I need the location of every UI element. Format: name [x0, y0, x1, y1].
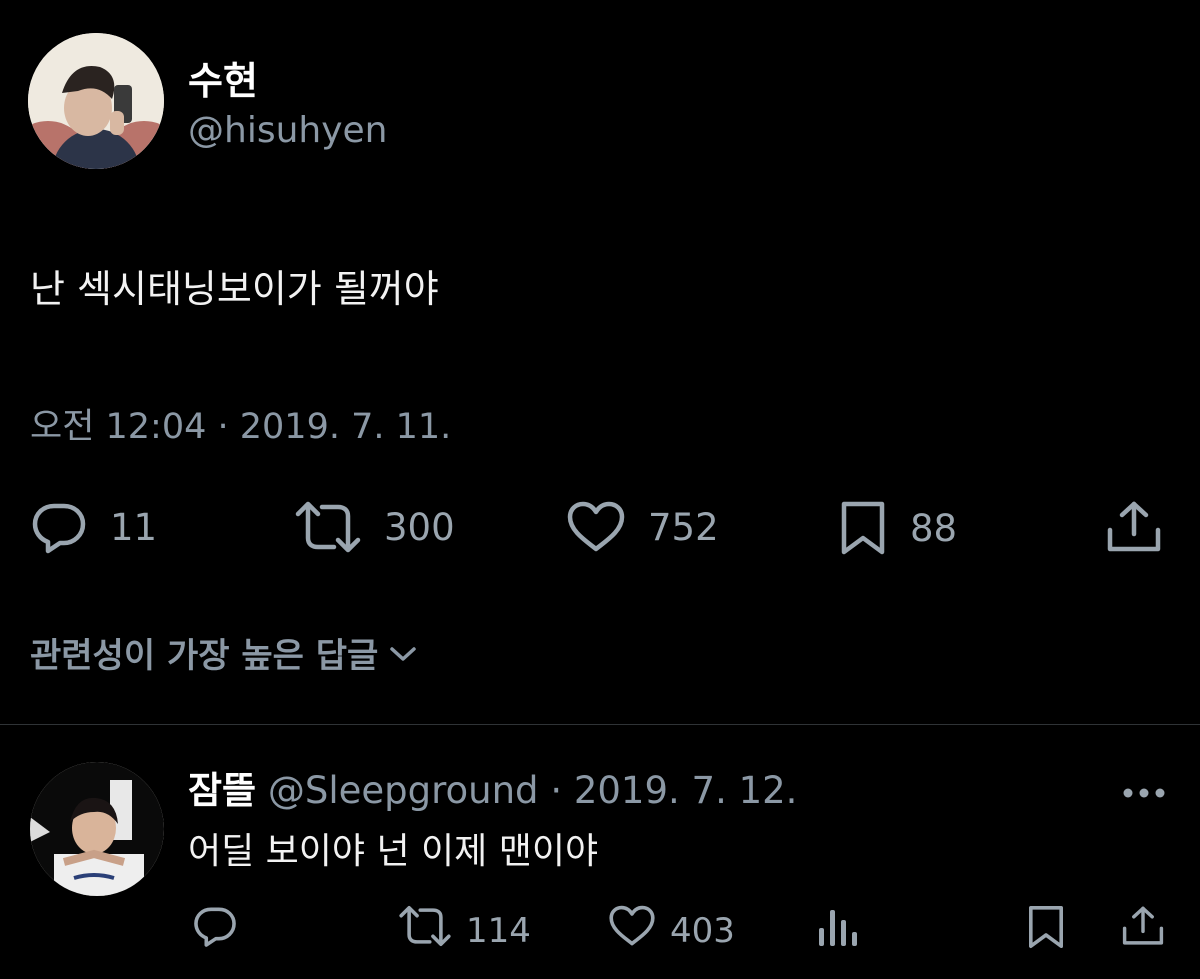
speech-bubble-icon: [30, 500, 88, 554]
reply-author-name[interactable]: 잠뜰: [188, 769, 256, 812]
like-count: 752: [648, 505, 719, 549]
reply-like-count: 403: [670, 910, 735, 951]
share-icon: [1104, 501, 1164, 558]
speech-bubble-icon: [192, 907, 238, 952]
reply-like-button[interactable]: 403: [608, 904, 735, 957]
reply-retweet-button[interactable]: 114: [398, 904, 531, 957]
tweet-timestamp[interactable]: 오전 12:04 · 2019. 7. 11.: [30, 398, 451, 449]
reply-date[interactable]: · 2019. 7. 12.: [550, 769, 797, 812]
reply-text: 어딜 보이야 넌 이제 맨이야: [188, 831, 599, 872]
bar-chart-icon: [816, 910, 860, 952]
share-icon: [1120, 906, 1166, 952]
reply-count: 11: [110, 505, 158, 549]
retweet-button[interactable]: 300: [294, 500, 455, 554]
like-button[interactable]: 752: [566, 500, 719, 554]
reply-author-avatar[interactable]: [30, 762, 164, 896]
reply-share-button[interactable]: [1120, 904, 1166, 952]
more-dots-icon[interactable]: [1122, 768, 1166, 809]
heart-icon: [608, 904, 656, 957]
reply-retweet-count: 114: [466, 910, 531, 951]
replies-sort-label: 관련성이 가장 높은 답글: [30, 636, 379, 676]
bookmark-icon: [838, 500, 888, 556]
author-avatar[interactable]: [28, 33, 164, 169]
author-handle[interactable]: @hisuhyen: [188, 110, 387, 151]
reply-author-handle[interactable]: @Sleepground: [268, 769, 539, 812]
reply-reply-button[interactable]: [192, 904, 238, 952]
reply-views-button[interactable]: [816, 906, 860, 952]
retweet-icon: [294, 500, 362, 554]
reply-button[interactable]: 11: [30, 500, 157, 554]
share-button[interactable]: [1104, 500, 1164, 558]
author-name[interactable]: 수현: [188, 50, 258, 105]
heart-icon: [566, 500, 626, 554]
retweet-count: 300: [384, 505, 455, 549]
retweet-icon: [398, 904, 452, 957]
bookmark-icon: [1026, 906, 1066, 954]
bookmark-count: 88: [910, 506, 958, 550]
reply-header: 잠뜰 @Sleepground · 2019. 7. 12.: [188, 760, 797, 814]
reply-bookmark-button[interactable]: [1026, 904, 1066, 954]
bookmark-button[interactable]: 88: [838, 500, 957, 556]
chevron-down-icon: [388, 633, 418, 673]
replies-sort-dropdown[interactable]: 관련성이 가장 높은 답글: [30, 628, 418, 677]
tweet-text: 난 섹시태닝보이가 될꺼야: [30, 267, 439, 311]
divider: [0, 724, 1200, 725]
